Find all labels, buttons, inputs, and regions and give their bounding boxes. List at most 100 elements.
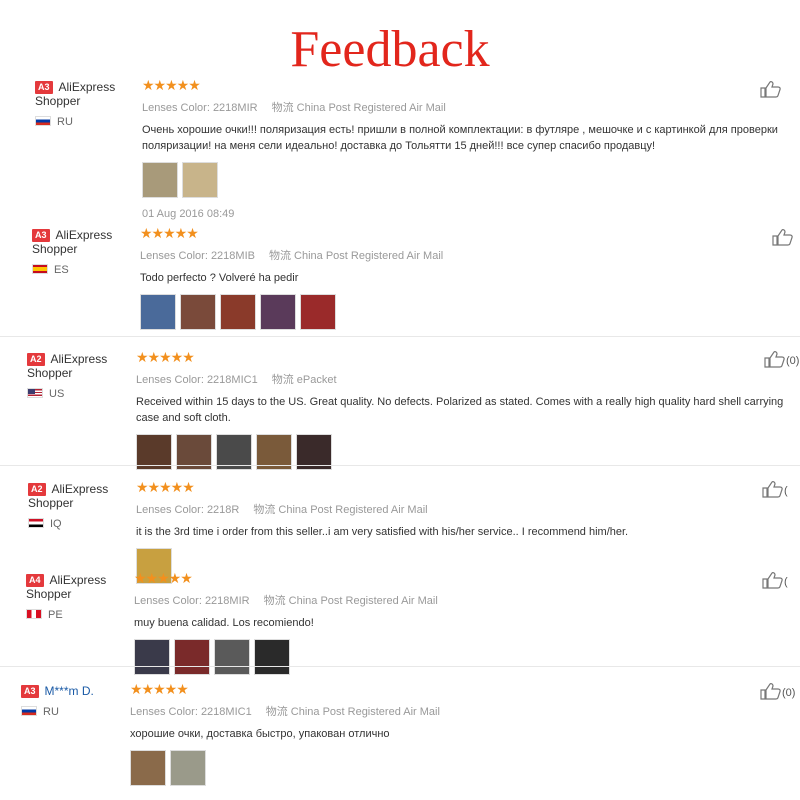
- review-photo-thumbnail[interactable]: [174, 639, 210, 675]
- thumbs-up-icon: [760, 81, 782, 98]
- helpful-button[interactable]: (: [762, 571, 788, 589]
- helpful-count: (: [784, 576, 788, 588]
- review-photos: [142, 162, 792, 198]
- country-flag-icon: [35, 116, 51, 126]
- review-photo-thumbnail[interactable]: [214, 639, 250, 675]
- review-photo-thumbnail[interactable]: [254, 639, 290, 675]
- buyer-country: ES: [32, 264, 142, 276]
- shipping-method: China Post Registered Air Mail: [290, 706, 440, 718]
- page-title: Feedback: [290, 21, 490, 78]
- country-flag-icon: [28, 518, 44, 528]
- review-photo-thumbnail[interactable]: [140, 294, 176, 330]
- lenses-color-value: 2218MIC1: [200, 706, 252, 718]
- buyer-level-badge: A2: [27, 353, 45, 366]
- review-photos: [140, 294, 790, 330]
- thumbs-up-icon: [762, 481, 784, 498]
- review-date: 01 Aug 2016 08:49: [142, 208, 235, 220]
- review-photo-thumbnail[interactable]: [180, 294, 216, 330]
- rating-stars: ★★★★★: [136, 349, 195, 365]
- rating-stars: ★★★★★: [134, 570, 193, 586]
- thumbs-up-icon: [764, 351, 786, 368]
- buyer-country: RU: [21, 706, 131, 718]
- review-text: muy buena calidad. Los recomiendo!: [134, 617, 314, 629]
- review-photos: [134, 639, 784, 675]
- shipping-label: 物流: [263, 595, 286, 607]
- buyer-level-badge: A4: [26, 574, 44, 587]
- review-photo-thumbnail[interactable]: [130, 750, 166, 786]
- review-divider: [0, 336, 800, 337]
- buyer-info: A4 AliExpress Shopper PE: [26, 573, 136, 621]
- order-details: Lenses Color: 2218MIC1 物流 ePacket: [136, 371, 786, 387]
- rating-stars: ★★★★★: [130, 681, 189, 697]
- review-divider: [0, 666, 800, 667]
- country-flag-icon: [26, 609, 42, 619]
- review-item: A2 AliExpress Shopper US ★★★★★ Lenses Color:…: [0, 348, 800, 470]
- review-photo-thumbnail[interactable]: [134, 639, 170, 675]
- buyer-info: A3 AliExpress Shopper RU: [35, 80, 145, 128]
- review-photo-thumbnail[interactable]: [300, 294, 336, 330]
- buyer-country: US: [27, 388, 137, 400]
- lenses-color-value: 2218MIC1: [206, 374, 258, 386]
- shipping-method: China Post Registered Air Mail: [288, 595, 438, 607]
- country-code: IQ: [50, 518, 62, 530]
- rating-stars: ★★★★★: [136, 479, 195, 495]
- buyer-info: A3 M***m D. RU: [21, 684, 131, 718]
- buyer-info: A2 AliExpress Shopper US: [27, 352, 137, 400]
- shipping-label: 物流: [271, 374, 294, 386]
- helpful-count: (: [784, 485, 788, 497]
- lenses-color-label: Lenses Color:: [130, 706, 198, 718]
- thumbs-up-icon: [760, 683, 782, 700]
- lenses-color-label: Lenses Color:: [136, 504, 204, 516]
- country-flag-icon: [21, 706, 37, 716]
- lenses-color-value: 2218MIR: [204, 595, 250, 607]
- shipping-label: 物流: [268, 250, 291, 262]
- order-details: Lenses Color: 2218MIC1 物流 China Post Regi…: [130, 703, 780, 719]
- review-photo-thumbnail[interactable]: [170, 750, 206, 786]
- country-code: RU: [43, 706, 59, 718]
- buyer-info: A3 AliExpress Shopper ES: [32, 228, 142, 276]
- review-photo-thumbnail[interactable]: [182, 162, 218, 198]
- helpful-button[interactable]: [772, 228, 794, 246]
- thumbs-up-icon: [762, 572, 784, 589]
- order-details: Lenses Color: 2218MIR 物流 China Post Regis…: [134, 592, 784, 608]
- lenses-color-label: Lenses Color:: [142, 102, 210, 114]
- helpful-count: (0): [782, 687, 796, 699]
- buyer-country: RU: [35, 116, 145, 128]
- lenses-color-value: 2218R: [206, 504, 240, 516]
- review-item: A4 AliExpress Shopper PE ★★★★★ Lenses Color:…: [0, 569, 800, 675]
- shipping-method: ePacket: [296, 374, 337, 386]
- shipping-method: China Post Registered Air Mail: [294, 250, 444, 262]
- country-flag-icon: [32, 264, 48, 274]
- lenses-color-value: 2218MIR: [212, 102, 258, 114]
- review-item: A2 AliExpress Shopper IQ ★★★★★ Lenses Color:…: [0, 478, 800, 584]
- country-flag-icon: [27, 388, 43, 398]
- review-photo-thumbnail[interactable]: [260, 294, 296, 330]
- review-photo-thumbnail[interactable]: [142, 162, 178, 198]
- review-photos: [130, 750, 780, 786]
- shipping-label: 物流: [265, 706, 288, 718]
- order-details: Lenses Color: 2218MIR 物流 China Post Regis…: [142, 99, 792, 115]
- buyer-name[interactable]: M***m D.: [45, 684, 94, 698]
- review-content: ★★★★★ Lenses Color: 2218MIR 物流 China Post …: [142, 78, 792, 220]
- review-content: ★★★★★ Lenses Color: 2218MIR 物流 China Post …: [134, 571, 784, 675]
- review-item: A3 M***m D. RU ★★★★★ Lenses Color: 2218MIC1 物…: [0, 680, 800, 800]
- country-code: PE: [48, 609, 63, 621]
- review-text: it is the 3rd time i order from this sel…: [136, 526, 629, 538]
- shipping-method: China Post Registered Air Mail: [278, 504, 428, 516]
- helpful-button[interactable]: [760, 80, 782, 98]
- thumbs-up-icon: [772, 229, 794, 246]
- helpful-count: (0): [786, 355, 800, 367]
- helpful-button[interactable]: (: [762, 480, 788, 498]
- buyer-level-badge: A3: [21, 685, 39, 698]
- rating-stars: ★★★★★: [142, 77, 201, 93]
- buyer-level-badge: A3: [35, 81, 53, 94]
- lenses-color-label: Lenses Color:: [134, 595, 202, 607]
- review-content: ★★★★★ Lenses Color: 2218MIB 物流 China Post …: [140, 226, 790, 330]
- buyer-level-badge: A3: [32, 229, 50, 242]
- helpful-button[interactable]: (0): [760, 682, 795, 700]
- review-photo-thumbnail[interactable]: [220, 294, 256, 330]
- review-text: Received within 15 days to the US. Great…: [136, 396, 784, 424]
- review-text: Очень хорошие очки!!! поляризация есть! …: [142, 124, 778, 152]
- rating-stars: ★★★★★: [140, 225, 199, 241]
- helpful-button[interactable]: (0): [764, 350, 799, 368]
